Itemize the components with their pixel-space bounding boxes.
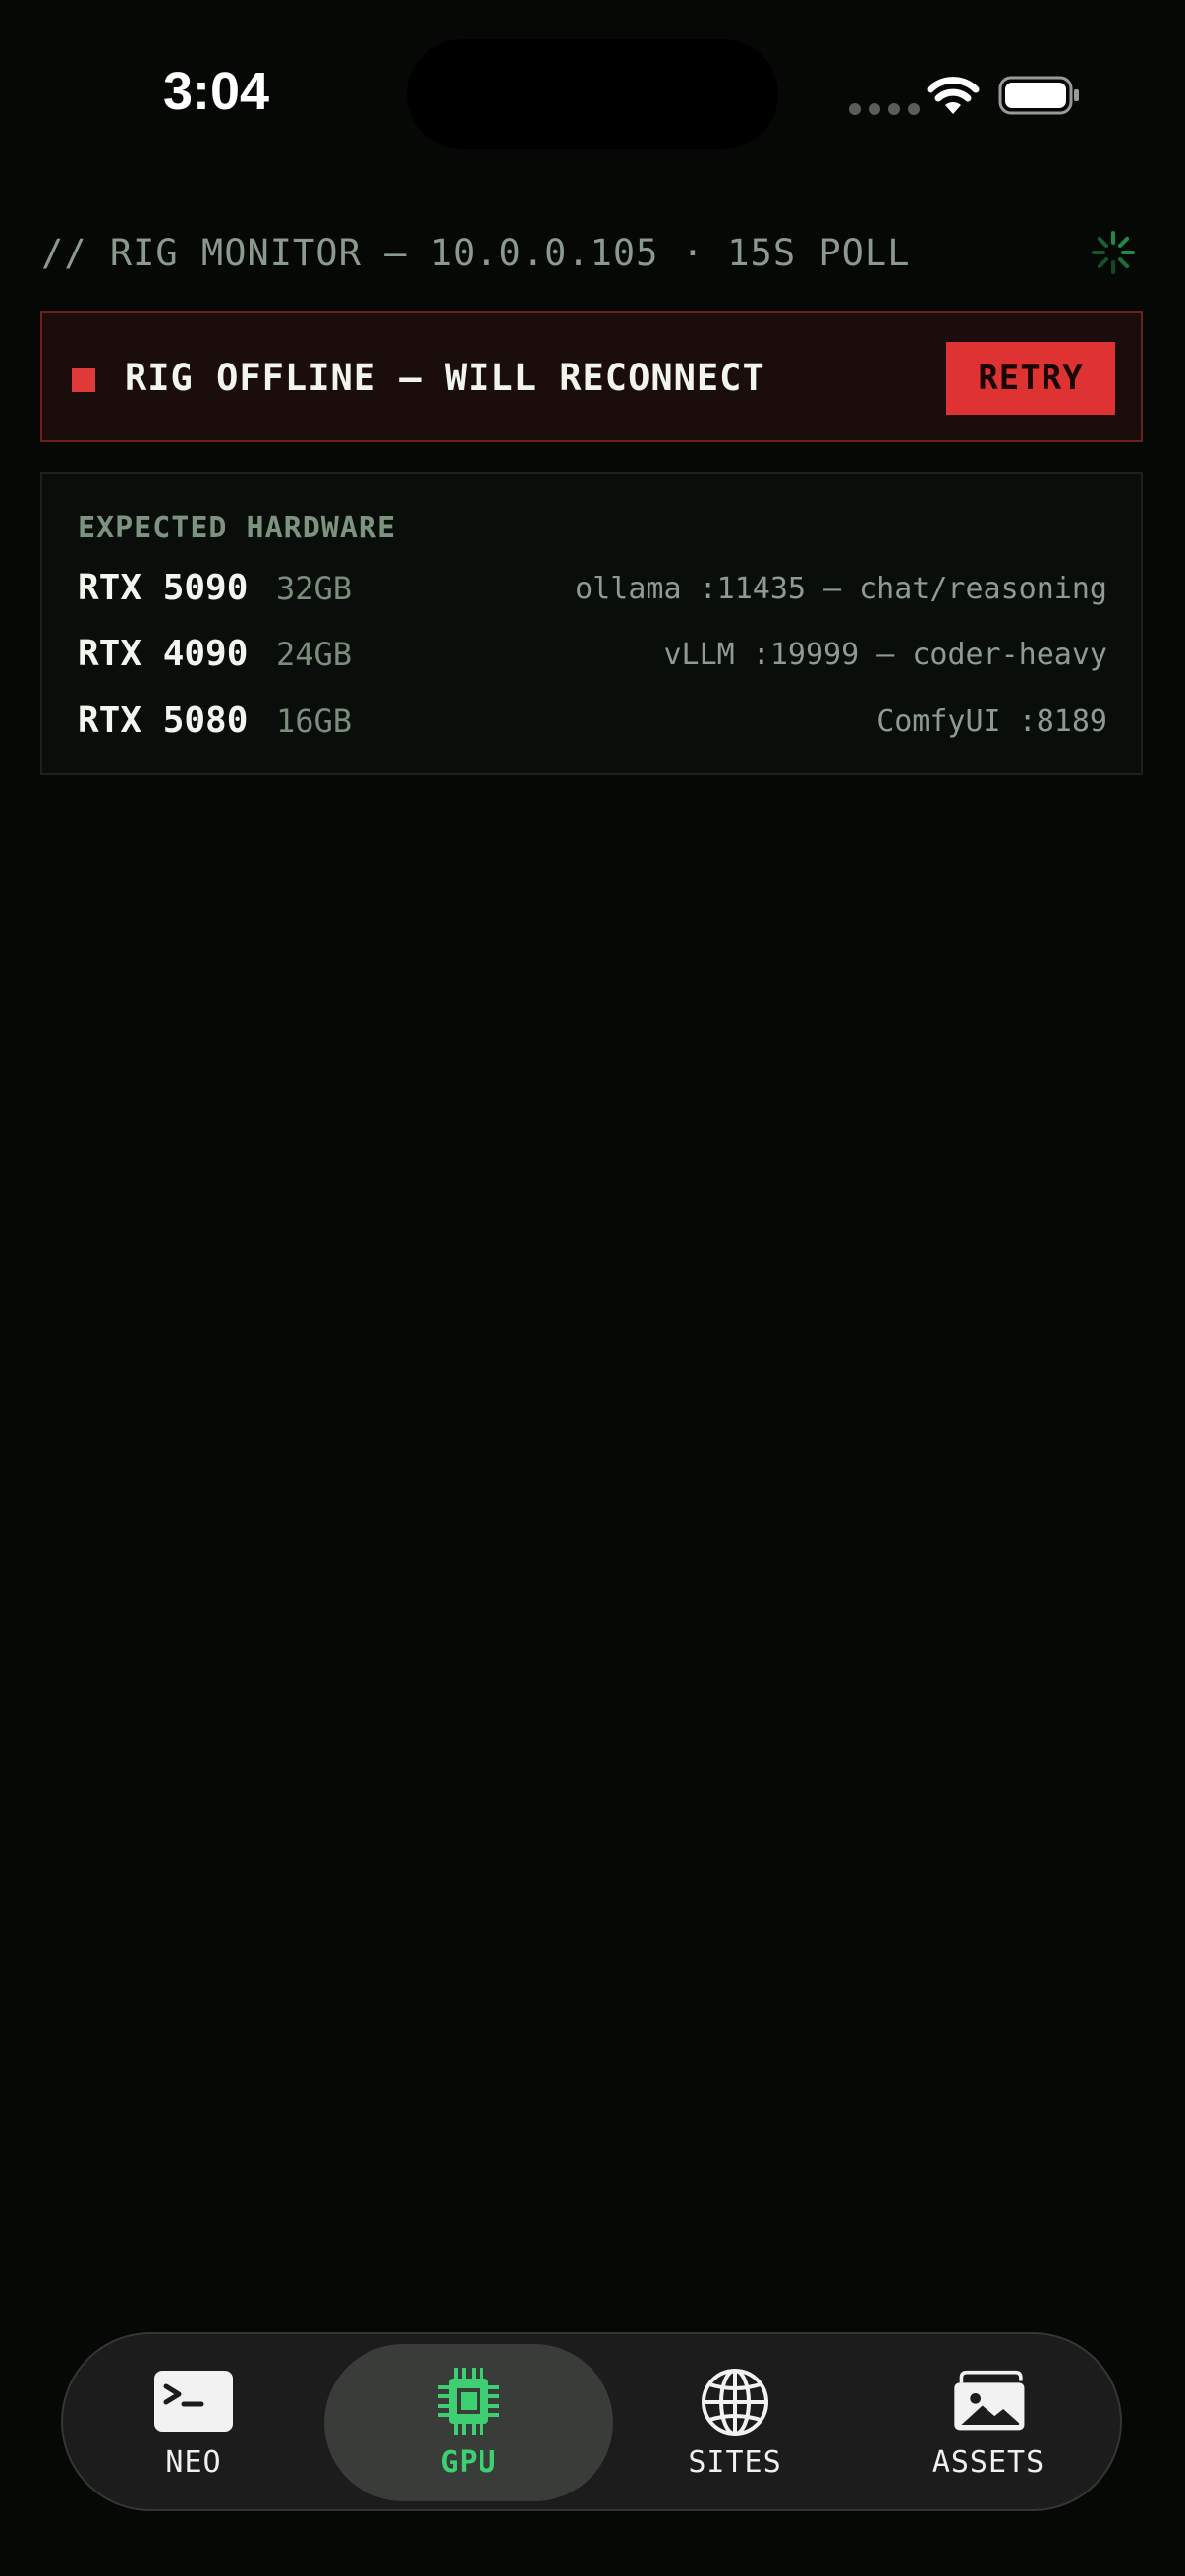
gpu-model: RTX 5080 — [78, 700, 249, 741]
gpu-service: ComfyUI :8189 — [876, 704, 1107, 739]
gpu-model: RTX 5090 — [78, 568, 249, 608]
gpu-vram: 24GB — [276, 636, 353, 673]
hardware-row: RTX 4090 24GB vLLM :19999 — coder-heavy — [78, 634, 1107, 683]
wifi-icon — [927, 77, 980, 114]
gpu-service: vLLM :19999 — coder-heavy — [663, 638, 1107, 672]
tab-label: SITES — [688, 2444, 782, 2480]
gpu-vram: 16GB — [276, 702, 353, 740]
retry-button[interactable]: RETRY — [946, 342, 1115, 415]
gpu-service: ollama :11435 — chat/reasoning — [575, 572, 1107, 606]
photo-stack-icon — [954, 2370, 1025, 2430]
tab-label: NEO — [165, 2444, 222, 2480]
globe-icon — [702, 2368, 768, 2436]
expected-hardware-card: EXPECTED HARDWARE RTX 5090 32GB ollama :… — [40, 472, 1143, 775]
section-label: EXPECTED HARDWARE — [78, 511, 397, 545]
tab-bar: NEO GPU SITES ASSETS — [61, 2332, 1122, 2511]
offline-status-indicator-icon — [72, 368, 95, 392]
tab-assets[interactable]: ASSETS — [857, 2344, 1120, 2501]
tab-gpu[interactable]: GPU — [324, 2344, 613, 2501]
hardware-row: RTX 5080 16GB ComfyUI :8189 — [78, 700, 1107, 750]
gpu-model: RTX 4090 — [78, 634, 249, 674]
hardware-row: RTX 5090 32GB ollama :11435 — chat/reaso… — [78, 568, 1107, 617]
cpu-chip-icon — [438, 2367, 499, 2435]
dynamic-island — [407, 39, 778, 149]
offline-message: RIG OFFLINE — WILL RECONNECT — [125, 357, 765, 399]
cellular-signal-icon — [849, 103, 920, 115]
spinner-icon — [1092, 231, 1135, 274]
tab-label: ASSETS — [931, 2444, 1045, 2480]
gpu-vram: 32GB — [276, 570, 353, 607]
tab-sites[interactable]: SITES — [613, 2344, 857, 2501]
battery-icon — [998, 76, 1079, 115]
tab-neo[interactable]: NEO — [63, 2344, 324, 2501]
status-bar-time: 3:04 — [163, 62, 270, 121]
offline-banner: RIG OFFLINE — WILL RECONNECT RETRY — [40, 311, 1143, 442]
tab-label: GPU — [440, 2444, 497, 2480]
terminal-icon — [154, 2370, 233, 2432]
page-title: // RIG MONITOR — 10.0.0.105 · 15S POLL — [41, 232, 911, 274]
